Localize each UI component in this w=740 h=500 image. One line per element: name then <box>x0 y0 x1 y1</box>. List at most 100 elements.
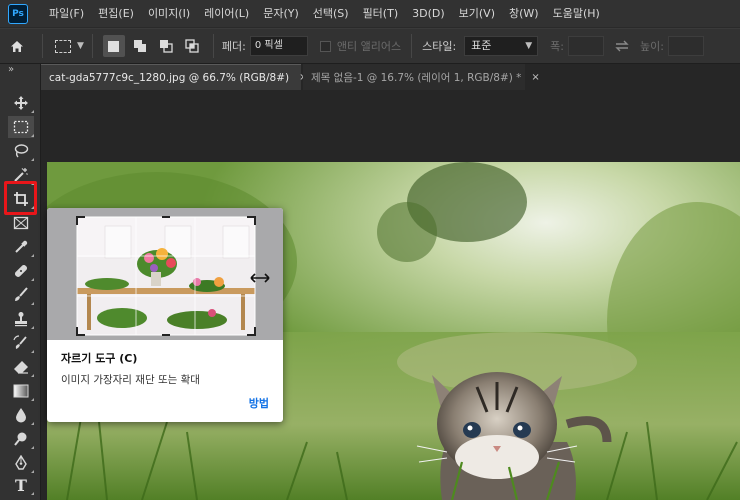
menu-select[interactable]: 선택(S) <box>306 0 356 28</box>
photoshop-window: Ps 파일(F) 편집(E) 이미지(I) 레이어(L) 문자(Y) 선택(S)… <box>0 0 740 500</box>
healing-brush-icon <box>14 264 28 278</box>
width-label: 폭: <box>550 40 564 53</box>
crop-tool-highlight <box>4 181 37 215</box>
tool-group-indicator <box>31 254 34 257</box>
tool-group-indicator <box>31 446 34 449</box>
document-tab-untitled[interactable]: 제목 없음-1 @ 16.7% (레이어 1, RGB/8#) * × <box>303 64 540 90</box>
divider <box>212 34 214 58</box>
tool-group-indicator <box>31 326 34 329</box>
subtract-selection-button[interactable] <box>155 35 177 57</box>
menu-window[interactable]: 창(W) <box>502 0 546 28</box>
add-selection-icon <box>133 40 146 52</box>
feather-input[interactable]: 0 픽셀 <box>249 36 308 56</box>
tooltip-title: 자르기 도구 (C) <box>61 352 138 365</box>
swap-arrows-icon <box>615 40 629 52</box>
tool-group-indicator <box>31 492 34 495</box>
tooltip-animation-preview <box>47 208 283 340</box>
collapse-panel-icon[interactable]: » <box>8 64 14 75</box>
dodge-icon <box>14 432 27 446</box>
menu-type[interactable]: 문자(Y) <box>256 0 306 28</box>
document-tab-label: 제목 없음-1 @ 16.7% (레이어 1, RGB/8#) * <box>311 71 522 84</box>
style-select[interactable]: 표준 ▼ <box>464 36 539 56</box>
chevron-down-icon: ▼ <box>525 41 533 51</box>
blur-icon <box>16 408 26 423</box>
tool-group-indicator <box>31 134 34 137</box>
tool-group-indicator <box>31 110 34 113</box>
menu-view[interactable]: 보기(V) <box>452 0 502 28</box>
rectangular-marquee-icon <box>13 120 29 134</box>
clone-stamp-icon <box>15 312 27 327</box>
swap-dimensions-button[interactable] <box>614 40 630 52</box>
style-label: 스타일: <box>422 40 457 53</box>
home-button[interactable] <box>0 28 34 64</box>
menu-help[interactable]: 도움말(H) <box>546 0 607 28</box>
dodge-tool[interactable] <box>8 428 34 450</box>
menu-filter[interactable]: 필터(T) <box>356 0 406 28</box>
menu-layer[interactable]: 레이어(L) <box>197 0 256 28</box>
intersect-selection-icon <box>185 39 199 53</box>
eraser-icon <box>14 361 28 374</box>
antialias-checkbox[interactable] <box>319 40 331 52</box>
pen-icon <box>15 455 27 470</box>
menu-file[interactable]: 파일(F) <box>42 0 91 28</box>
intersect-selection-button[interactable] <box>181 35 203 57</box>
lasso-tool[interactable] <box>8 140 34 162</box>
new-selection-icon <box>108 40 120 52</box>
frame-tool[interactable] <box>8 212 34 234</box>
marquee-preset-icon[interactable] <box>55 39 71 53</box>
tooltip-description: 이미지 가장자리 재단 또는 확대 <box>61 374 200 386</box>
tool-group-indicator <box>31 422 34 425</box>
tool-group-indicator <box>31 278 34 281</box>
move-tool[interactable] <box>8 92 34 114</box>
add-selection-button[interactable] <box>129 35 151 57</box>
new-selection-button[interactable] <box>102 35 125 57</box>
height-label: 높이: <box>640 40 664 53</box>
resize-cursor-icon <box>250 273 270 283</box>
menu-image[interactable]: 이미지(I) <box>141 0 197 28</box>
menu-3d[interactable]: 3D(D) <box>405 0 452 28</box>
tools-panel: » T <box>0 64 41 500</box>
crop-demo-image <box>76 216 270 336</box>
type-icon: T <box>15 475 27 495</box>
divider <box>42 34 43 58</box>
tool-group-indicator <box>31 398 34 401</box>
history-brush-icon <box>13 335 27 349</box>
frame-icon <box>13 216 29 230</box>
clone-stamp-tool[interactable] <box>8 308 34 330</box>
document-tab-cat[interactable]: cat-gda5777c9c_1280.jpg @ 66.7% (RGB/8#)… <box>41 64 308 90</box>
antialias-label: 앤티 앨리어스 <box>336 40 402 53</box>
width-input[interactable] <box>568 36 604 56</box>
menu-edit[interactable]: 편집(E) <box>91 0 141 28</box>
feather-label: 페더: <box>221 40 246 53</box>
options-bar: ▼ 페더: 0 픽셀 앤티 앨리어스 스타일: 표준 ▼ 폭: 높이: <box>0 28 740 64</box>
gradient-icon <box>13 384 29 398</box>
healing-brush-tool[interactable] <box>8 260 34 282</box>
style-value: 표준 <box>471 39 492 52</box>
close-tab-icon[interactable]: × <box>531 72 539 83</box>
type-tool[interactable]: T <box>8 474 34 496</box>
rectangular-marquee-tool[interactable] <box>8 116 34 138</box>
divider <box>91 34 93 58</box>
tool-group-indicator <box>31 302 34 305</box>
crop-tool-rich-tooltip: 자르기 도구 (C) 이미지 가장자리 재단 또는 확대 방법 <box>47 208 283 422</box>
subtract-selection-icon <box>159 40 173 53</box>
menu-bar: Ps 파일(F) 편집(E) 이미지(I) 레이어(L) 문자(Y) 선택(S)… <box>0 0 740 28</box>
eraser-tool[interactable] <box>8 356 34 378</box>
move-icon <box>14 96 28 110</box>
history-brush-tool[interactable] <box>8 332 34 354</box>
chevron-down-icon[interactable]: ▼ <box>77 41 84 51</box>
tool-group-indicator <box>31 158 34 161</box>
document-tab-bar: cat-gda5777c9c_1280.jpg @ 66.7% (RGB/8#)… <box>41 64 740 90</box>
lasso-icon <box>14 144 29 158</box>
photoshop-logo-icon: Ps <box>8 3 28 24</box>
tool-group-indicator <box>31 470 34 473</box>
gradient-tool[interactable] <box>8 380 34 402</box>
eyedropper-tool[interactable] <box>8 236 34 258</box>
brush-tool[interactable] <box>8 284 34 306</box>
height-input[interactable] <box>667 36 704 56</box>
brush-icon <box>15 287 28 301</box>
learn-how-link[interactable]: 방법 <box>249 395 269 411</box>
blur-tool[interactable] <box>8 404 34 426</box>
eyedropper-icon <box>15 240 28 253</box>
pen-tool[interactable] <box>8 452 34 474</box>
